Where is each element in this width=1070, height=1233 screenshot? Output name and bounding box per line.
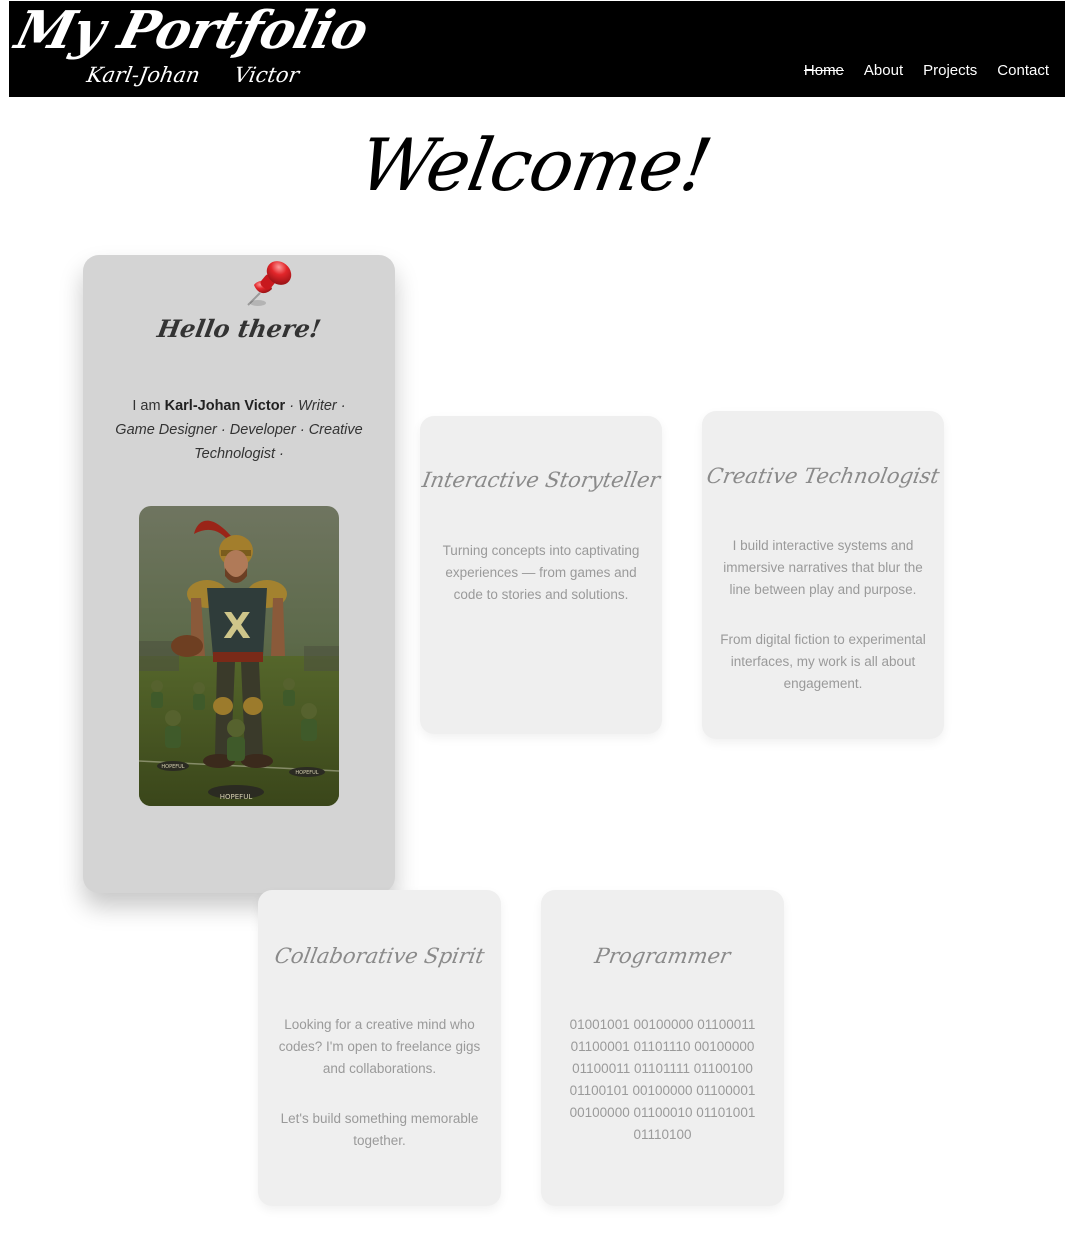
card-text: Turning concepts into captivating experi…: [442, 543, 640, 602]
intro-prefix: I am: [132, 398, 165, 414]
card-title: Collaborative Spirit: [272, 944, 487, 968]
logo-subtitle: Karl-Johan Victor: [84, 63, 301, 87]
card-title: Creative Technologist: [704, 464, 942, 488]
logo-title: My Portfolio: [9, 0, 374, 61]
figure-label: HOPEFUL: [295, 770, 318, 776]
welcome-heading: Welcome!: [353, 123, 718, 207]
pushpin-icon: [247, 261, 292, 306]
figure-label: HOPEFUL: [161, 764, 184, 770]
card-collaborative-spirit: Collaborative Spirit Looking for a creat…: [258, 890, 501, 1206]
figure-label: HOPEFUL: [220, 793, 253, 801]
card-text: Looking for a creative mind who codes? I…: [278, 1017, 481, 1076]
svg-text:X: X: [223, 606, 251, 647]
portrait-image: X HOPEFUL HOPEFUL HOPEFUL: [139, 506, 339, 806]
intro-card: Hello there! I am Karl-Johan Victor · Wr…: [83, 255, 395, 893]
nav-contact[interactable]: Contact: [997, 62, 1049, 80]
site-logo[interactable]: My Portfolio Karl-Johan Victor: [10, 0, 374, 97]
site-header: My Portfolio Karl-Johan Victor Home Abou…: [9, 0, 1065, 97]
intro-name: Karl-Johan Victor: [164, 398, 286, 414]
intro-title: Hello there!: [155, 314, 324, 343]
nav-projects[interactable]: Projects: [923, 62, 977, 80]
card-interactive-storyteller: Interactive Storyteller Turning concepts…: [420, 416, 662, 734]
card-creative-technologist: Creative Technologist I build interactiv…: [702, 411, 944, 739]
main-nav: Home About Projects Contact: [804, 62, 1049, 80]
intro-text: I am Karl-Johan Victor · Writer · Game D…: [111, 394, 367, 466]
card-programmer: Programmer 01001001 00100000 01100011 01…: [541, 890, 784, 1206]
card-text: From digital fiction to experimental int…: [720, 632, 926, 691]
card-text: 01001001 00100000 01100011 01100001 0110…: [569, 1017, 756, 1142]
warrior-illustration: X HOPEFUL HOPEFUL HOPEFUL: [139, 506, 339, 806]
card-text: Let's build something memorable together…: [280, 1111, 479, 1148]
card-title: Interactive Storyteller: [420, 468, 662, 492]
card-text: I build interactive systems and immersiv…: [723, 538, 923, 597]
card-title: Programmer: [592, 944, 733, 968]
nav-about[interactable]: About: [864, 62, 903, 80]
nav-home[interactable]: Home: [804, 62, 844, 80]
